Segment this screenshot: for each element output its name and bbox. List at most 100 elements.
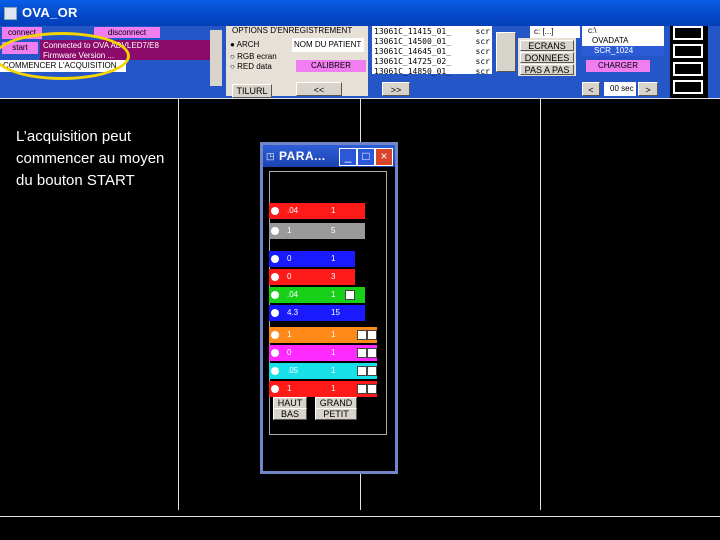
instruction-note: L’acquisition peut commencer au moyen du… [16, 128, 165, 189]
para-title: PARA... [279, 149, 326, 163]
calibrer-button[interactable]: CALIBRER [296, 60, 366, 72]
param-radio[interactable] [271, 273, 279, 281]
folder-item[interactable]: OVADATA [582, 36, 664, 46]
param-value-a[interactable]: 1 [287, 327, 291, 343]
radio-dot-icon: ● [230, 40, 235, 49]
param-radio[interactable] [271, 291, 279, 299]
param-value-a[interactable]: .04 [287, 203, 298, 219]
file-list[interactable]: 13061C_11415_01_ scr 13061C_14500_01_ scr 13… [372, 26, 492, 77]
divider [0, 516, 720, 517]
close-icon[interactable]: × [375, 148, 393, 166]
param-row[interactable]: .05 1 [269, 363, 377, 379]
file-ext: scr [475, 67, 490, 76]
param-value-a[interactable]: 1 [287, 381, 291, 397]
param-checkbox[interactable] [357, 366, 367, 376]
lt-button[interactable]: < [582, 82, 600, 96]
seconds-field[interactable]: 00 sec [604, 82, 636, 96]
app-title: OVA_OR [22, 5, 78, 20]
minimize-icon[interactable]: _ [339, 148, 357, 166]
title-field[interactable]: TILURL [232, 84, 272, 98]
param-checkbox[interactable] [367, 366, 377, 376]
param-row[interactable]: 15 [269, 223, 365, 239]
param-value-a[interactable]: 0 [287, 269, 291, 285]
param-value-b[interactable]: 1 [331, 327, 335, 343]
prev-button[interactable]: << [296, 82, 342, 96]
param-value-a[interactable]: 4.3 [287, 305, 298, 321]
next-button[interactable]: >> [382, 82, 410, 96]
petit-button[interactable]: PETIT [315, 408, 357, 420]
param-row[interactable]: 11 [269, 327, 377, 343]
param-value-b[interactable]: 5 [331, 223, 335, 239]
param-row[interactable]: .04 1 [269, 203, 365, 219]
title-bar: OVA_OR [0, 0, 720, 26]
folder-item-selected[interactable]: SCR_1024 [582, 46, 664, 56]
param-radio[interactable] [271, 207, 279, 215]
file-ext: scr [475, 47, 490, 56]
radio-rgb[interactable]: ○ RGB ecran [230, 52, 277, 61]
param-radio[interactable] [271, 227, 279, 235]
param-row[interactable]: 03 [269, 269, 355, 285]
param-value-a[interactable]: 0 [287, 345, 291, 361]
param-value-a[interactable]: .05 [287, 363, 298, 379]
ecrans-button[interactable]: ECRANS [520, 40, 574, 51]
window-icon: ◳ [266, 151, 275, 161]
file-item[interactable]: 13061C_14645_01_ scr [374, 47, 490, 57]
param-checkbox[interactable] [367, 384, 377, 394]
param-row[interactable]: .04 1 [269, 287, 365, 303]
folder-list[interactable]: c:\ OVADATA SCR_1024 [582, 26, 664, 56]
maximize-icon[interactable]: □ [357, 148, 375, 166]
param-value-b[interactable]: 1 [331, 363, 335, 379]
file-item[interactable]: 13061C_14500_01_ scr [374, 37, 490, 47]
radio-arch[interactable]: ● ARCH [230, 40, 259, 49]
radio-empty-icon: ○ [230, 62, 235, 71]
param-row[interactable]: 01 [269, 251, 355, 267]
file-item[interactable]: 13061C_14850_01_ scr [374, 67, 490, 77]
param-radio[interactable] [271, 255, 279, 263]
para-title-bar: ◳ PARA... _ □ × [263, 145, 395, 167]
file-item[interactable]: 13061C_14725_02_ scr [374, 57, 490, 67]
param-checkbox[interactable] [367, 348, 377, 358]
pas-a-pas-button[interactable]: PAS A PAS [520, 64, 574, 75]
param-checkbox[interactable] [357, 384, 367, 394]
radio-red[interactable]: ○ RED data [230, 62, 272, 71]
param-radio[interactable] [271, 309, 279, 317]
param-value-b[interactable]: 1 [331, 203, 335, 219]
patient-name-field[interactable]: NOM DU PATIENT [292, 38, 364, 52]
param-checkbox[interactable] [357, 348, 367, 358]
options-title: OPTIONS D'ENREGISTREMENT [232, 26, 353, 35]
param-value-a[interactable]: 1 [287, 223, 291, 239]
param-value-b[interactable]: 1 [331, 287, 335, 303]
param-radio[interactable] [271, 349, 279, 357]
param-value-a[interactable]: .04 [287, 287, 298, 303]
folder-item[interactable]: c:\ [582, 26, 664, 36]
file-ext: scr [475, 27, 490, 36]
param-value-b[interactable]: 3 [331, 269, 335, 285]
param-checkbox[interactable] [367, 330, 377, 340]
param-row[interactable]: 4.3 15 [269, 305, 365, 321]
gt-button[interactable]: > [638, 82, 658, 96]
bas-button[interactable]: BAS [273, 408, 307, 420]
param-value-a[interactable]: 0 [287, 251, 291, 267]
param-row[interactable]: 01 [269, 345, 377, 361]
drive-select[interactable]: c: [...] [530, 26, 580, 38]
para-window: ◳ PARA... _ □ × .04 1 1 5 0 1 0 3.04 1 4.3 15 1 1 0 1.… [260, 142, 398, 474]
charger-button[interactable]: CHARGER [586, 60, 650, 72]
param-radio[interactable] [271, 331, 279, 339]
file-ext: scr [475, 57, 490, 66]
radio-empty-icon: ○ [230, 52, 235, 61]
divider [178, 98, 179, 510]
donnees-button[interactable]: DONNEES [520, 52, 574, 63]
list-scrollbar[interactable] [496, 32, 516, 72]
param-checkbox[interactable] [357, 330, 367, 340]
param-radio[interactable] [271, 385, 279, 393]
param-row[interactable]: 11 [269, 381, 377, 397]
param-radio[interactable] [271, 367, 279, 375]
file-name: 13061C_14500_01_ [374, 37, 452, 46]
scroll-strip[interactable] [210, 30, 222, 86]
param-checkbox[interactable] [345, 290, 355, 300]
param-value-b[interactable]: 1 [331, 381, 335, 397]
file-item[interactable]: 13061C_11415_01_ scr [374, 27, 490, 37]
param-value-b[interactable]: 1 [331, 251, 335, 267]
param-value-b[interactable]: 1 [331, 345, 335, 361]
param-value-b[interactable]: 15 [331, 305, 340, 321]
